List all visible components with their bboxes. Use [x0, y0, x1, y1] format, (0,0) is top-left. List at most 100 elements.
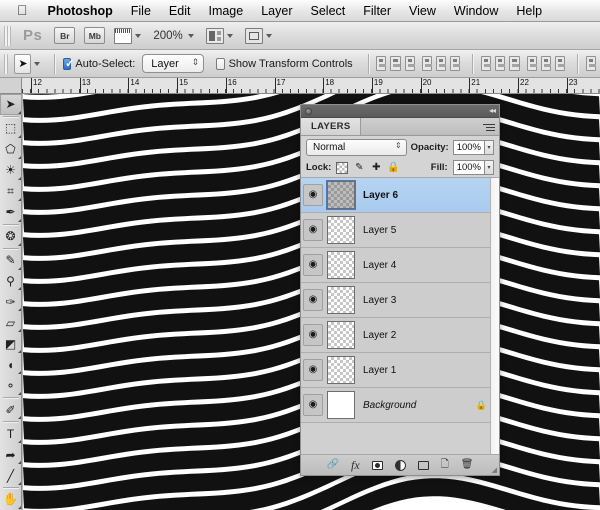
eyedropper-tool-icon[interactable]: ✒ — [0, 202, 22, 223]
layer-name-label[interactable]: Background — [363, 400, 416, 411]
panel-resize-grip[interactable]: ◢ — [492, 466, 497, 474]
auto-select-scope-select[interactable]: Layer — [142, 54, 204, 73]
tool-preset-chevron-icon[interactable] — [34, 62, 40, 66]
opacity-stepper[interactable]: 100% ▾ — [453, 140, 494, 155]
panel-menu-icon[interactable] — [483, 122, 495, 132]
rectangular-marquee-tool-icon[interactable]: ⬚ — [0, 118, 22, 139]
appbar-drag-grip[interactable] — [4, 26, 11, 46]
layer-name-label[interactable]: Layer 3 — [363, 295, 396, 306]
add-layer-mask-button[interactable] — [372, 461, 383, 470]
align-top-edges-icon[interactable] — [376, 56, 386, 71]
view-extras-icon[interactable] — [114, 28, 132, 44]
layer-thumbnail[interactable] — [327, 216, 355, 244]
launch-bridge-button[interactable]: Br — [54, 27, 75, 44]
opacity-stepper-arrow[interactable]: ▾ — [485, 140, 494, 155]
history-brush-tool-icon[interactable]: ✑ — [0, 291, 22, 312]
layer-thumbnail[interactable] — [327, 286, 355, 314]
menu-item-file[interactable]: File — [122, 0, 160, 22]
auto-align-layers-icon[interactable] — [586, 56, 596, 71]
apple-icon[interactable]:  — [8, 3, 39, 19]
horizontal-ruler[interactable]: 121314151617181920212223 — [22, 78, 600, 94]
fill-stepper[interactable]: 100% ▾ — [453, 160, 494, 175]
horizontal-type-tool-icon[interactable]: T — [0, 423, 22, 444]
layer-thumbnail[interactable] — [327, 251, 355, 279]
screen-mode-switch-icon[interactable] — [245, 28, 263, 44]
layer-name-label[interactable]: Layer 6 — [363, 190, 398, 201]
layer-visibility-toggle[interactable]: ◉ — [303, 254, 323, 276]
menu-item-window[interactable]: Window — [445, 0, 507, 22]
zoom-level-value[interactable]: 200% — [153, 30, 182, 42]
layer-thumbnail[interactable] — [327, 181, 355, 209]
align-right-edges-icon[interactable] — [450, 56, 460, 71]
menu-item-view[interactable]: View — [400, 0, 445, 22]
distribute-vertical-centers-icon[interactable] — [495, 56, 505, 71]
layer-thumbnail[interactable] — [327, 356, 355, 384]
panel-title-bar[interactable]: ◂◂ — [301, 105, 499, 118]
eraser-tool-icon[interactable]: ▱ — [0, 312, 22, 333]
menu-item-layer[interactable]: Layer — [252, 0, 301, 22]
move-tool-icon[interactable]: ➤ — [0, 94, 22, 115]
dodge-tool-icon[interactable]: ⚬ — [0, 375, 22, 396]
distribute-horizontal-centers-icon[interactable] — [541, 56, 551, 71]
line-tool-icon[interactable]: ╱ — [0, 465, 22, 486]
new-adjustment-layer-button[interactable] — [395, 460, 406, 471]
menu-item-select[interactable]: Select — [302, 0, 355, 22]
gradient-tool-icon[interactable]: ◩ — [0, 333, 22, 354]
layer-visibility-toggle[interactable]: ◉ — [303, 219, 323, 241]
lock-transparent-pixels-icon[interactable] — [336, 162, 348, 174]
move-tool-icon[interactable]: ➤ — [14, 54, 31, 74]
screen-mode-chevron-down-icon[interactable] — [266, 34, 272, 38]
distribute-right-edges-icon[interactable] — [555, 56, 565, 71]
layer-visibility-toggle[interactable]: ◉ — [303, 184, 323, 206]
ruler-corner[interactable] — [0, 78, 22, 94]
lock-image-pixels-icon[interactable]: ✎ — [353, 162, 365, 174]
menu-item-help[interactable]: Help — [507, 0, 551, 22]
menu-item-photoshop[interactable]: Photoshop — [39, 0, 122, 22]
lock-position-icon[interactable]: ✚ — [370, 162, 382, 174]
layer-row[interactable]: ◉ Layer 4 — [301, 248, 499, 283]
layer-thumbnail[interactable] — [327, 391, 355, 419]
blend-mode-select[interactable]: Normal — [306, 139, 407, 156]
magic-wand-tool-icon[interactable]: ☀ — [0, 160, 22, 181]
options-drag-grip[interactable] — [4, 54, 8, 74]
layer-name-label[interactable]: Layer 2 — [363, 330, 396, 341]
layer-row[interactable]: ◉ Layer 3 — [301, 283, 499, 318]
layer-thumbnail[interactable] — [327, 321, 355, 349]
layer-style-button[interactable]: fx — [351, 459, 360, 471]
menu-item-edit[interactable]: Edit — [160, 0, 200, 22]
menu-item-image[interactable]: Image — [199, 0, 252, 22]
align-bottom-edges-icon[interactable] — [405, 56, 415, 71]
clone-stamp-tool-icon[interactable]: ⚲ — [0, 271, 22, 292]
chevron-down-icon[interactable] — [135, 34, 141, 38]
layer-row[interactable]: ◉ Layer 6 — [301, 178, 499, 213]
layer-row[interactable]: ◉ Layer 1 — [301, 353, 499, 388]
layer-name-label[interactable]: Layer 4 — [363, 260, 396, 271]
distribute-left-edges-icon[interactable] — [527, 56, 537, 71]
distribute-bottom-edges-icon[interactable] — [509, 56, 519, 71]
layer-visibility-toggle[interactable]: ◉ — [303, 359, 323, 381]
panel-close-icon[interactable] — [305, 108, 312, 115]
fill-stepper-arrow[interactable]: ▾ — [485, 160, 494, 175]
spot-healing-brush-tool-icon[interactable]: ❂ — [0, 226, 22, 247]
menu-item-filter[interactable]: Filter — [354, 0, 400, 22]
auto-select-checkbox[interactable] — [63, 58, 71, 70]
hand-tool-icon[interactable]: ✋ — [0, 489, 22, 510]
crop-tool-icon[interactable]: ⌗ — [0, 181, 22, 202]
path-selection-tool-icon[interactable]: ➦ — [0, 444, 22, 465]
align-vertical-centers-icon[interactable] — [390, 56, 400, 71]
arrange-documents-icon[interactable] — [206, 28, 224, 44]
new-group-button[interactable] — [418, 461, 429, 470]
layer-row[interactable]: ◉ Layer 5 — [301, 213, 499, 248]
layer-row[interactable]: ◉Background🔒 — [301, 388, 499, 423]
launch-mini-bridge-button[interactable]: Mb — [84, 27, 105, 44]
align-left-edges-icon[interactable] — [422, 56, 432, 71]
lock-all-icon[interactable]: 🔒 — [387, 162, 399, 174]
layer-name-label[interactable]: Layer 5 — [363, 225, 396, 236]
distribute-top-edges-icon[interactable] — [481, 56, 491, 71]
layer-list[interactable]: ◉ Layer 6 ◉ Layer 5 ◉ Layer 4 ◉ Layer 3 ◉ Layer 2… — [301, 178, 499, 455]
new-layer-button[interactable]: 🗋 — [441, 460, 449, 470]
layer-name-label[interactable]: Layer 1 — [363, 365, 396, 376]
layer-visibility-toggle[interactable]: ◉ — [303, 394, 323, 416]
tab-layers[interactable]: LAYERS — [301, 118, 361, 135]
layer-visibility-toggle[interactable]: ◉ — [303, 289, 323, 311]
